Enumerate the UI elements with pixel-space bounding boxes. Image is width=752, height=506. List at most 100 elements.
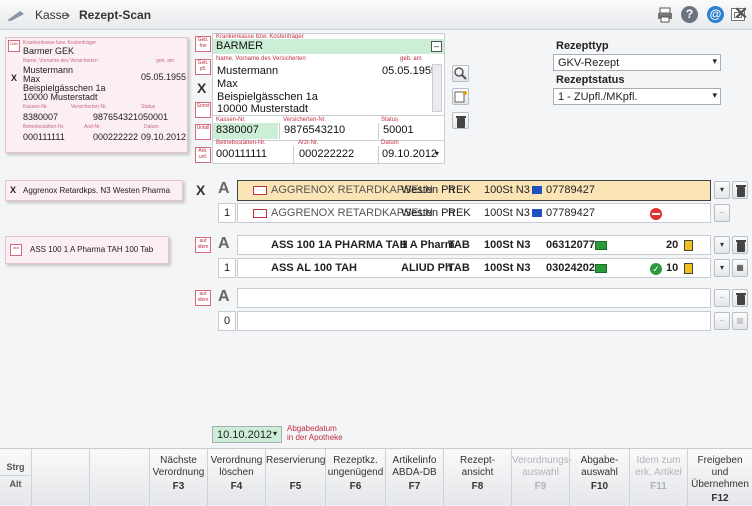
kasse-value: BARMER [216, 40, 264, 52]
datum-value: 09.10.2012 [382, 148, 438, 160]
row2-article-dispensed[interactable]: ASS AL 100 TAH ALIUD Ph TAB 100St N3 030… [237, 258, 711, 278]
row1-trash-icon[interactable] [732, 181, 748, 199]
next-prescription-button[interactable]: Nächste Verordnung F3 [150, 449, 208, 506]
search-icon[interactable] [452, 65, 469, 82]
row3-aut-idem-a[interactable]: A [218, 288, 230, 306]
row2-tag-autidem[interactable]: aut idem [195, 237, 211, 253]
scan-datum: 09.10.2012 [141, 132, 187, 142]
abgabedatum-value: 10.10.2012 [217, 429, 273, 441]
row1-article-dispensed[interactable]: AGGRENOX RETARDKAPSELN Westen Ph REK 100… [237, 203, 711, 223]
row3-qty[interactable]: 0 [218, 311, 236, 331]
pzn-badge-icon [595, 239, 607, 251]
article-form: TAB [448, 239, 470, 251]
row2-trash-icon[interactable] [732, 236, 748, 254]
scan-ort: 10000 Musterstadt [23, 92, 98, 102]
row1-qty[interactable]: 1 [218, 203, 236, 223]
row3-article-ordered[interactable] [237, 288, 711, 308]
printer-icon[interactable] [657, 7, 673, 23]
close-icon[interactable]: ✕ [734, 4, 748, 24]
article-manufacturer: Westen Ph [401, 184, 455, 196]
row2b-dropdown-button[interactable]: ▾ [714, 259, 730, 277]
tag-sonstige[interactable]: Sonst [195, 102, 211, 118]
stock-icon [684, 263, 693, 274]
rezepttyp-value: GKV-Rezept [558, 57, 620, 69]
idem-article-button[interactable]: Idem zum erk. Artikel F11 [630, 449, 688, 506]
row1-article-ordered[interactable]: AGGRENOX RETARDKAPSELN Westen Ph REK 100… [237, 180, 711, 201]
row1-aut-idem-a[interactable]: A [218, 180, 230, 198]
chevron-down-icon[interactable]: ▾ [273, 429, 277, 438]
row1-dropdown-button[interactable]: ▾ [714, 181, 730, 199]
add-icon[interactable] [452, 88, 469, 105]
delete-prescription-button[interactable]: Verordnung löschen F4 [208, 449, 266, 506]
mark-x[interactable]: X [197, 80, 206, 96]
rezeptstatus-select[interactable]: 1 - ZUpfl./MKpfl. [553, 88, 721, 105]
row3b-dropdown-button[interactable]: – [714, 312, 730, 330]
insufficient-mark-button[interactable]: Rezeptkz. ungenügend F6 [326, 449, 386, 506]
tag-gebfrei[interactable]: Geb. frei [195, 36, 211, 52]
scan-label-bsnr: Betriebsstätten-Nr. [23, 124, 65, 130]
rezeptstatus-label: Rezeptstatus [556, 74, 625, 86]
chevron-down-icon[interactable]: ▾ [435, 149, 439, 158]
patient-birthdate: 05.05.1955 [382, 65, 438, 77]
patient-name-field[interactable]: Mustermann 05.05.1955 Max Beispielgässch… [213, 62, 444, 116]
email-icon[interactable]: @ [707, 6, 724, 23]
breadcrumb-home[interactable]: Kasse [35, 8, 68, 22]
row3-trash-icon[interactable] [732, 289, 748, 307]
row2-aut-idem-a[interactable]: A [218, 235, 230, 253]
help-icon[interactable]: ? [681, 6, 698, 23]
tag-arbeitsunfall[interactable]: Arb. unf. [195, 147, 211, 163]
trash-icon[interactable] [452, 112, 469, 129]
scan-item-text: ASS 100 1 A Pharma TAH 100 Tab [30, 245, 154, 254]
row2-dropdown-button[interactable]: ▾ [714, 236, 730, 254]
scan-label-status: Status [141, 104, 156, 110]
reservation-button[interactable]: Reservierung F5 [266, 449, 326, 506]
article-pzn: 06312077 [546, 239, 595, 251]
name-scrollbar[interactable] [432, 64, 442, 112]
scan-label-versnr: Versicherten-Nr. [71, 104, 107, 110]
prescription-view-button[interactable]: Rezept-ansicht F8 [444, 449, 512, 506]
article-form: TAB [448, 262, 470, 274]
arztnr-field[interactable]: 000222222 [293, 146, 377, 163]
function-key-bar: Strg Alt Nächste Verordnung F3 Verordnung l… [0, 448, 752, 506]
kasse-field[interactable]: BARMER – [213, 39, 444, 54]
kasse-menu-button[interactable]: – [431, 41, 442, 52]
stock-icon [684, 240, 693, 251]
article-pzn: 07789427 [546, 184, 595, 196]
scan-geb: 05.05.1955 [141, 72, 187, 82]
row2b-calculator-icon[interactable]: ▦ [732, 259, 748, 277]
row1b-dropdown-button[interactable]: – [714, 204, 730, 222]
dispense-select-button[interactable]: Abgabe-auswahl F10 [570, 449, 630, 506]
row2-qty[interactable]: 1 [218, 258, 236, 278]
prescription-select-button[interactable]: Verordnungs-auswahl F9 [512, 449, 572, 506]
versnr-value: 9876543210 [284, 124, 346, 136]
row3-dropdown-button[interactable]: – [714, 289, 730, 307]
row3-tag-autidem[interactable]: aut idem [195, 290, 211, 306]
tag-gebpfl[interactable]: Geb. pfl. [195, 59, 211, 75]
article-info-button[interactable]: Artikelinfo ABDA-DB F7 [386, 449, 444, 506]
bsnr-field[interactable]: 000111111 [213, 146, 292, 163]
abgabedatum-select[interactable]: 10.10.2012 ▾ [212, 426, 282, 443]
row3b-calculator-icon[interactable]: ▦ [732, 312, 748, 330]
article-quantity: 100St N3 [484, 262, 531, 274]
tag-gebfrei: Geb [8, 40, 20, 52]
patient-lastname: Mustermann [217, 65, 279, 77]
rezepttyp-select[interactable]: GKV-Rezept [553, 54, 721, 71]
kassennr-field[interactable]: 8380007 [213, 123, 278, 139]
scan-item-ass: aut ASS 100 1 A Pharma TAH 100 Tab [5, 236, 169, 264]
article-form: REK [448, 184, 471, 196]
row3-article-dispensed[interactable] [237, 311, 711, 331]
versnr-field[interactable]: 9876543210 [279, 123, 377, 139]
tag-autidem: aut [10, 244, 22, 256]
release-accept-button[interactable]: Freigeben und Übernehmen F12 [688, 449, 752, 506]
package-icon [253, 207, 267, 219]
row2-article-ordered[interactable]: ASS 100 1A PHARMA TAH 1 A Pharm TAB 100S… [237, 235, 711, 255]
datum-field[interactable]: 09.10.2012 ▾ [378, 146, 444, 163]
title-bar: Kasse › Rezept-Scan ? @ ✕ [0, 0, 752, 30]
scan-item-mark: X [10, 185, 17, 195]
row1-mark-x[interactable]: X [196, 182, 205, 198]
pen-icon[interactable] [8, 9, 26, 21]
tag-unfall[interactable]: Unfall [195, 124, 211, 140]
scan-label-datum: Datum [144, 124, 159, 130]
article-name: ASS AL 100 TAH [271, 262, 357, 274]
status-field[interactable]: 50001 [378, 123, 444, 139]
